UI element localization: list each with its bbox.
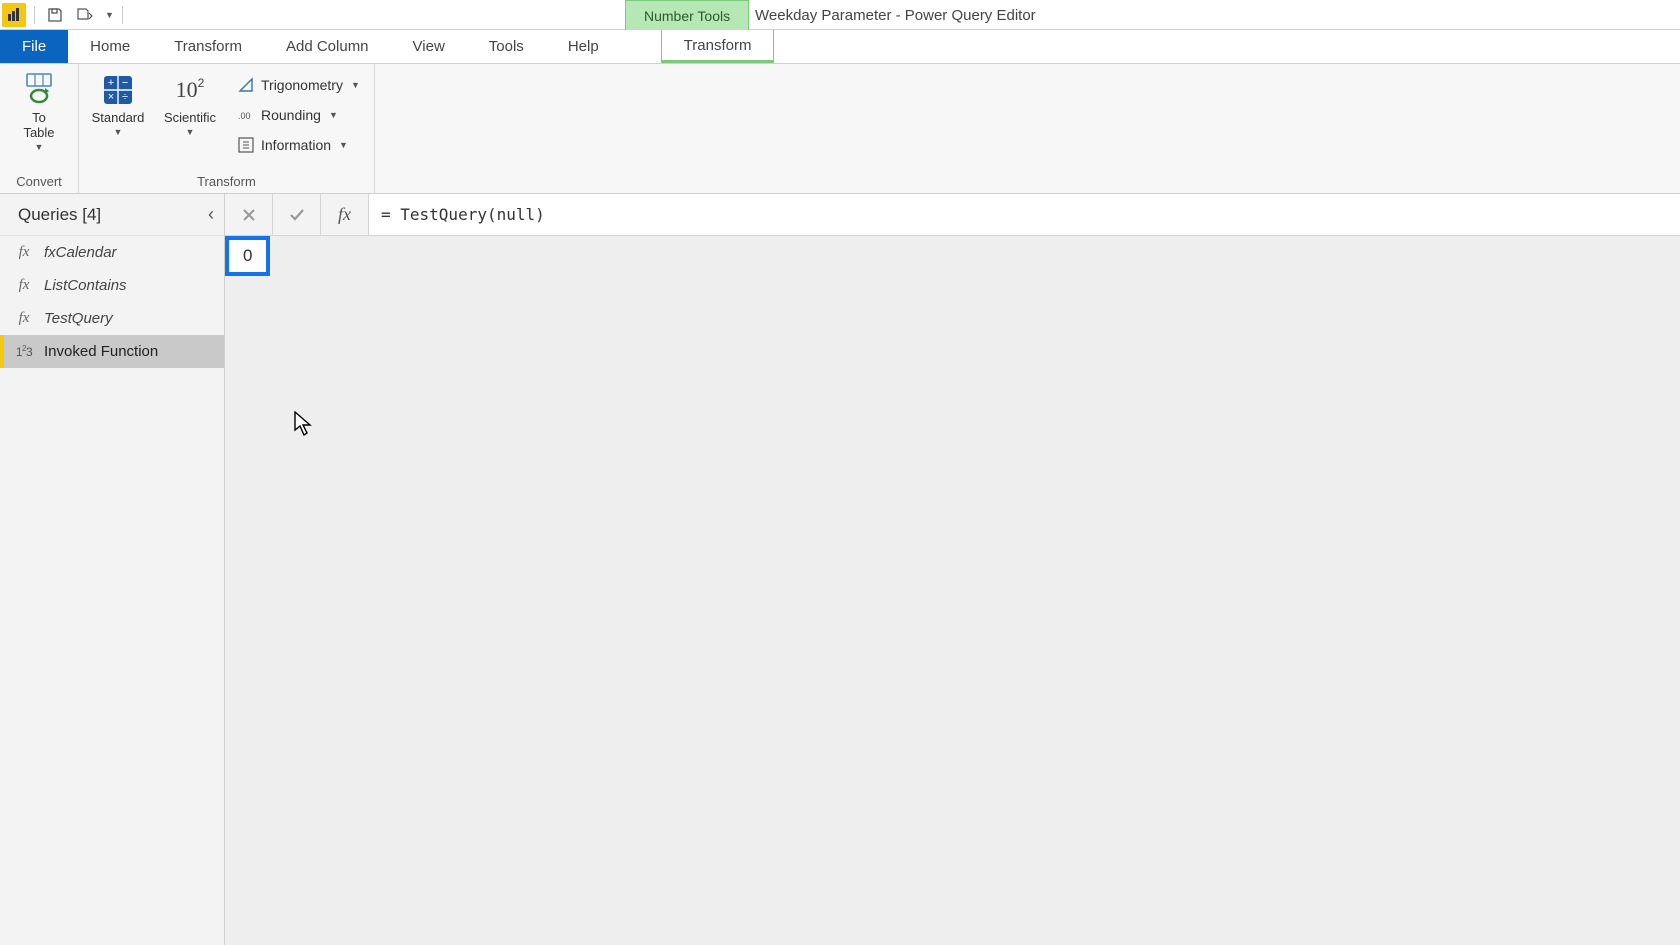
tab-transform-label: Transform [174, 38, 242, 55]
query-label: Invoked Function [44, 343, 158, 360]
formula-fx-icon[interactable]: fx [321, 194, 369, 235]
queries-list: fx fxCalendar fx ListContains fx TestQue… [0, 236, 224, 368]
svg-text:×: × [108, 91, 114, 103]
function-icon: fx [14, 244, 34, 261]
standard-icon: + − × ÷ [98, 70, 138, 110]
save-icon[interactable] [43, 3, 67, 27]
information-button[interactable]: Information ▼ [233, 132, 364, 158]
query-item-fxcalendar[interactable]: fx fxCalendar [0, 236, 224, 269]
standard-label: Standard [92, 111, 145, 126]
queries-pane: Queries [4] ‹ fx fxCalendar fx ListConta… [0, 194, 225, 945]
tab-help[interactable]: Help [546, 30, 621, 63]
query-label: ListContains [44, 277, 127, 294]
number-type-icon: 123 [14, 344, 34, 359]
context-tool-tab[interactable]: Number Tools [625, 0, 749, 30]
query-label: TestQuery [44, 310, 113, 327]
work-area: Queries [4] ‹ fx fxCalendar fx ListConta… [0, 194, 1680, 945]
tab-view-label: View [413, 38, 445, 55]
window-title-text: Weekday Parameter - Power Query Editor [755, 7, 1036, 24]
function-icon: fx [14, 310, 34, 327]
app-logo-icon [2, 3, 26, 27]
trigonometry-icon [237, 76, 255, 94]
formula-accept-button[interactable] [273, 194, 321, 235]
context-tool-label: Number Tools [644, 8, 730, 24]
formula-cancel-button[interactable] [225, 194, 273, 235]
dropdown-icon: ▼ [351, 80, 360, 90]
qat-separator [122, 6, 123, 24]
tab-home-label: Home [90, 38, 130, 55]
collapse-queries-icon[interactable]: ‹ [208, 204, 214, 225]
tab-context-transform-label: Transform [684, 37, 752, 54]
save-as-icon[interactable] [73, 3, 97, 27]
ribbon-group-transform: + − × ÷ Standard ▼ 102 Scientific ▼ [79, 64, 375, 193]
group-label-convert: Convert [16, 174, 62, 191]
title-bar: ▼ Number Tools Weekday Parameter - Power… [0, 0, 1680, 30]
quick-access-toolbar: ▼ [0, 0, 125, 29]
scientific-label: Scientific [164, 111, 216, 126]
to-table-icon [19, 70, 59, 110]
svg-text:+: + [108, 77, 114, 89]
dropdown-icon: ▼ [339, 140, 348, 150]
ribbon-body: To Table ▼ Convert + − × ÷ [0, 64, 1680, 194]
tab-tools-label: Tools [489, 38, 524, 55]
function-icon: fx [14, 277, 34, 294]
tab-file[interactable]: File [0, 30, 68, 63]
dropdown-icon: ▼ [114, 127, 123, 137]
scientific-icon: 102 [170, 70, 210, 110]
tab-context-transform[interactable]: Transform [661, 30, 775, 63]
formula-input[interactable] [369, 194, 1680, 235]
dropdown-icon: ▼ [186, 127, 195, 137]
ribbon-group-convert: To Table ▼ Convert [0, 64, 79, 193]
to-table-button[interactable]: To Table ▼ [10, 70, 68, 152]
trigonometry-button[interactable]: Trigonometry ▼ [233, 72, 364, 98]
tab-add-column-label: Add Column [286, 38, 369, 55]
ribbon-tabs: File Home Transform Add Column View Tool… [0, 30, 1680, 64]
rounding-label: Rounding [261, 107, 321, 123]
content-area: fx 0 [225, 194, 1680, 945]
queries-header-label: Queries [4] [18, 205, 101, 225]
tab-add-column[interactable]: Add Column [264, 30, 391, 63]
tab-tools[interactable]: Tools [467, 30, 546, 63]
group-label-transform: Transform [197, 174, 256, 191]
qat-dropdown-icon[interactable]: ▼ [103, 10, 114, 20]
trigonometry-label: Trigonometry [261, 77, 343, 93]
queries-header: Queries [4] ‹ [0, 194, 224, 236]
rounding-button[interactable]: .00 Rounding ▼ [233, 102, 364, 128]
tab-help-label: Help [568, 38, 599, 55]
result-area: 0 [225, 236, 1680, 945]
to-table-label: To Table [23, 111, 54, 141]
information-icon [237, 136, 255, 154]
query-item-invoked-function[interactable]: 123 Invoked Function [0, 335, 224, 368]
result-value: 0 [243, 246, 252, 265]
query-label: fxCalendar [44, 244, 117, 261]
svg-text:÷: ÷ [122, 91, 128, 103]
tab-transform[interactable]: Transform [152, 30, 264, 63]
tab-view[interactable]: View [391, 30, 467, 63]
svg-text:.00: .00 [238, 111, 251, 121]
query-item-listcontains[interactable]: fx ListContains [0, 269, 224, 302]
svg-text:−: − [122, 77, 128, 89]
dropdown-icon: ▼ [35, 142, 44, 152]
dropdown-icon: ▼ [329, 110, 338, 120]
rounding-icon: .00 [237, 106, 255, 124]
query-item-testquery[interactable]: fx TestQuery [0, 302, 224, 335]
window-title: Weekday Parameter - Power Query Editor [755, 0, 1036, 30]
scientific-button[interactable]: 102 Scientific ▼ [161, 70, 219, 137]
information-label: Information [261, 137, 331, 153]
tab-file-label: File [22, 38, 46, 55]
standard-button[interactable]: + − × ÷ Standard ▼ [89, 70, 147, 137]
formula-bar: fx [225, 194, 1680, 236]
result-value-cell[interactable]: 0 [225, 236, 270, 276]
tab-home[interactable]: Home [68, 30, 152, 63]
qat-separator [34, 6, 35, 24]
